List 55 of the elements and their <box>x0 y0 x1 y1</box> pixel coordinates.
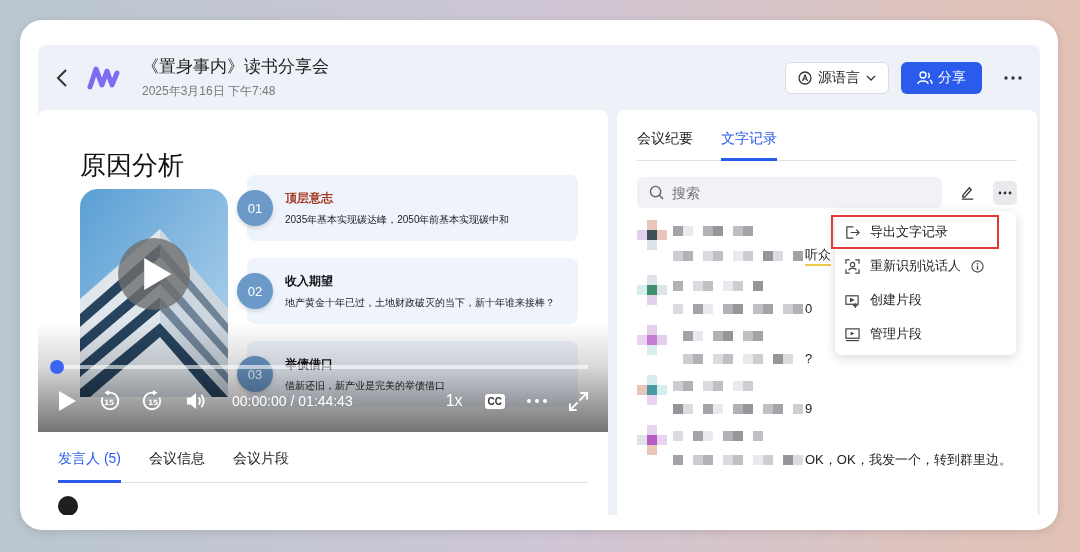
avatar-icon <box>58 496 78 515</box>
export-icon <box>845 224 860 240</box>
info-icon <box>971 259 984 273</box>
clip-icon <box>845 326 860 342</box>
transcript-text: 0 <box>805 301 813 316</box>
item-heading: 收入期望 <box>285 272 334 290</box>
transcript-text: 听众 <box>805 246 831 266</box>
menu-item[interactable]: 重新识别说话人 <box>831 249 999 283</box>
menu-item[interactable]: 导出文字记录 <box>831 215 999 249</box>
person-scan-icon <box>845 258 860 274</box>
fullscreen-icon[interactable] <box>569 391 588 411</box>
tab[interactable]: 文字记录 <box>721 130 777 161</box>
number-circle: 02 <box>237 273 273 309</box>
tab[interactable]: 会议信息 <box>149 450 205 483</box>
more-icon <box>998 190 1012 195</box>
avatar-icon <box>637 325 667 355</box>
slide-title: 原因分析 <box>80 149 185 182</box>
progress-thumb[interactable] <box>50 360 64 374</box>
back-icon[interactable] <box>56 67 68 88</box>
number-circle: 03 <box>237 356 273 392</box>
transcript-text: OK，OK，我发一个，转到群里边。 <box>805 451 1012 469</box>
search-field[interactable]: 搜索 <box>637 177 942 208</box>
playback-time: 00:00:00 / 01:44:43 <box>232 393 353 409</box>
play-icon <box>141 256 173 292</box>
transcript-text: 9 <box>805 401 813 416</box>
caret-icon <box>866 74 876 81</box>
translate-icon <box>798 70 812 85</box>
item-description: 借新还旧，新产业是完美的举债借口 <box>285 378 445 393</box>
item-heading: 举债借口 <box>285 355 334 373</box>
transcript-text: ? <box>805 351 813 366</box>
menu-item[interactable]: 管理片段 <box>831 317 999 351</box>
avatar-icon <box>637 425 667 455</box>
menu-item[interactable]: 创建片段 <box>831 283 999 317</box>
avatar-icon <box>637 275 667 305</box>
pen-icon[interactable] <box>960 185 975 200</box>
item-description: 地产黄金十年已过，土地财政破灭的当下，新十年谁来接棒？ <box>285 295 555 310</box>
volume-icon[interactable] <box>186 392 206 410</box>
meeting-date: 2025年3月16日 下午7:48 <box>142 83 277 100</box>
play-icon[interactable] <box>58 391 76 411</box>
tab[interactable]: 会议纪要 <box>637 130 693 161</box>
item-heading: 顶层意志 <box>285 189 334 207</box>
more-icon[interactable] <box>1004 75 1022 80</box>
more-button[interactable] <box>993 180 1017 205</box>
share-button[interactable]: 分享 <box>901 61 982 94</box>
people-icon <box>917 70 933 85</box>
avatar-icon <box>637 375 667 405</box>
meeting-title: 《置身事内》读书分享会 <box>142 56 329 78</box>
tab[interactable]: 会议片段 <box>233 450 289 483</box>
tab[interactable]: 发言人 (5) <box>58 450 121 483</box>
item-description: 2035年基本实现碳达峰，2050年前基本实现碳中和 <box>285 212 510 227</box>
number-circle: 01 <box>237 190 273 226</box>
avatar-icon <box>637 220 667 250</box>
language-button[interactable]: 源语言 <box>785 61 889 94</box>
clip-add-icon <box>845 292 860 308</box>
logo-icon <box>86 64 122 91</box>
